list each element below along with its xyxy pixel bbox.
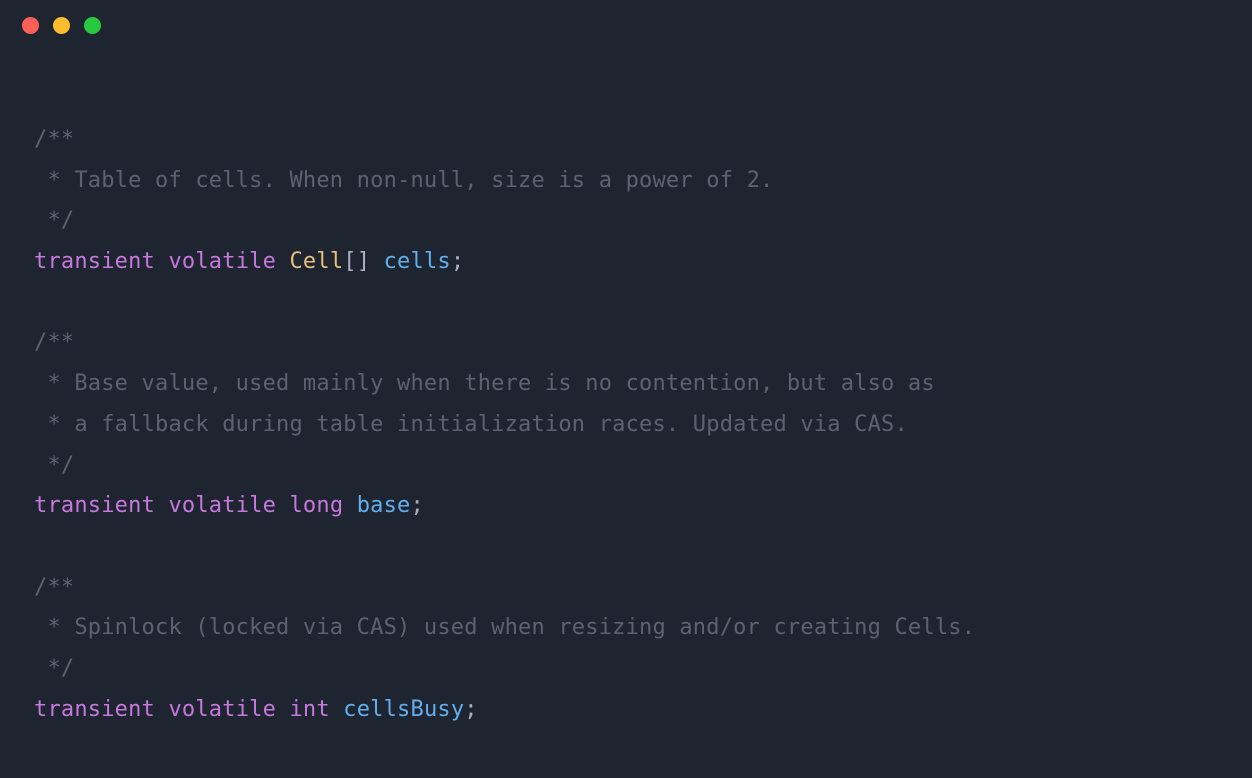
code-token-keyword: long (289, 493, 343, 518)
code-token-keyword: volatile (168, 249, 276, 274)
code-token-comment: * Base value, used mainly when there is … (34, 371, 935, 396)
code-token-comment: */ (34, 208, 74, 233)
code-line: transient volatile long base; (34, 486, 1218, 527)
maximize-icon[interactable] (84, 17, 101, 34)
code-token-comment: /** (34, 575, 74, 600)
code-token-keyword: volatile (168, 493, 276, 518)
code-token-comment: */ (34, 453, 74, 478)
code-token-keyword: volatile (168, 697, 276, 722)
code-line: * Table of cells. When non-null, size is… (34, 161, 1218, 202)
code-token-punct (155, 697, 168, 722)
code-token-punct (343, 493, 356, 518)
code-line: */ (34, 446, 1218, 487)
code-editor[interactable]: /** * Table of cells. When non-null, siz… (0, 50, 1252, 730)
code-token-identifier: cells (384, 249, 451, 274)
code-line: /** (34, 120, 1218, 161)
code-token-comment: /** (34, 127, 74, 152)
code-token-keyword: transient (34, 493, 155, 518)
code-window: /** * Table of cells. When non-null, siz… (0, 0, 1252, 778)
code-line: */ (34, 649, 1218, 690)
code-line: transient volatile int cellsBusy; (34, 690, 1218, 731)
code-line (34, 527, 1218, 568)
code-line: transient volatile Cell[] cells; (34, 242, 1218, 283)
code-token-punct (276, 249, 289, 274)
code-token-comment: /** (34, 330, 74, 355)
window-titlebar (0, 0, 1252, 50)
code-token-punct: ; (451, 249, 464, 274)
code-token-punct: [] (343, 249, 383, 274)
code-token-punct: ; (411, 493, 424, 518)
code-token-punct (276, 697, 289, 722)
code-line: * Base value, used mainly when there is … (34, 364, 1218, 405)
code-token-identifier: cellsBusy (343, 697, 464, 722)
code-token-type: Cell (289, 249, 343, 274)
code-line: * a fallback during table initialization… (34, 405, 1218, 446)
code-token-punct (330, 697, 343, 722)
code-token-punct: ; (464, 697, 477, 722)
code-token-keyword: transient (34, 249, 155, 274)
code-line: /** (34, 568, 1218, 609)
code-token-comment: */ (34, 656, 74, 681)
code-line (34, 283, 1218, 324)
code-token-punct (276, 493, 289, 518)
code-line: */ (34, 201, 1218, 242)
code-token-punct (155, 249, 168, 274)
code-token-punct (155, 493, 168, 518)
code-token-identifier: base (357, 493, 411, 518)
code-token-comment: * a fallback during table initialization… (34, 412, 908, 437)
code-token-keyword: int (289, 697, 329, 722)
code-token-comment: * Table of cells. When non-null, size is… (34, 168, 773, 193)
close-icon[interactable] (22, 17, 39, 34)
code-line: /** (34, 323, 1218, 364)
minimize-icon[interactable] (53, 17, 70, 34)
code-token-keyword: transient (34, 697, 155, 722)
code-line: * Spinlock (locked via CAS) used when re… (34, 608, 1218, 649)
code-token-comment: * Spinlock (locked via CAS) used when re… (34, 615, 975, 640)
